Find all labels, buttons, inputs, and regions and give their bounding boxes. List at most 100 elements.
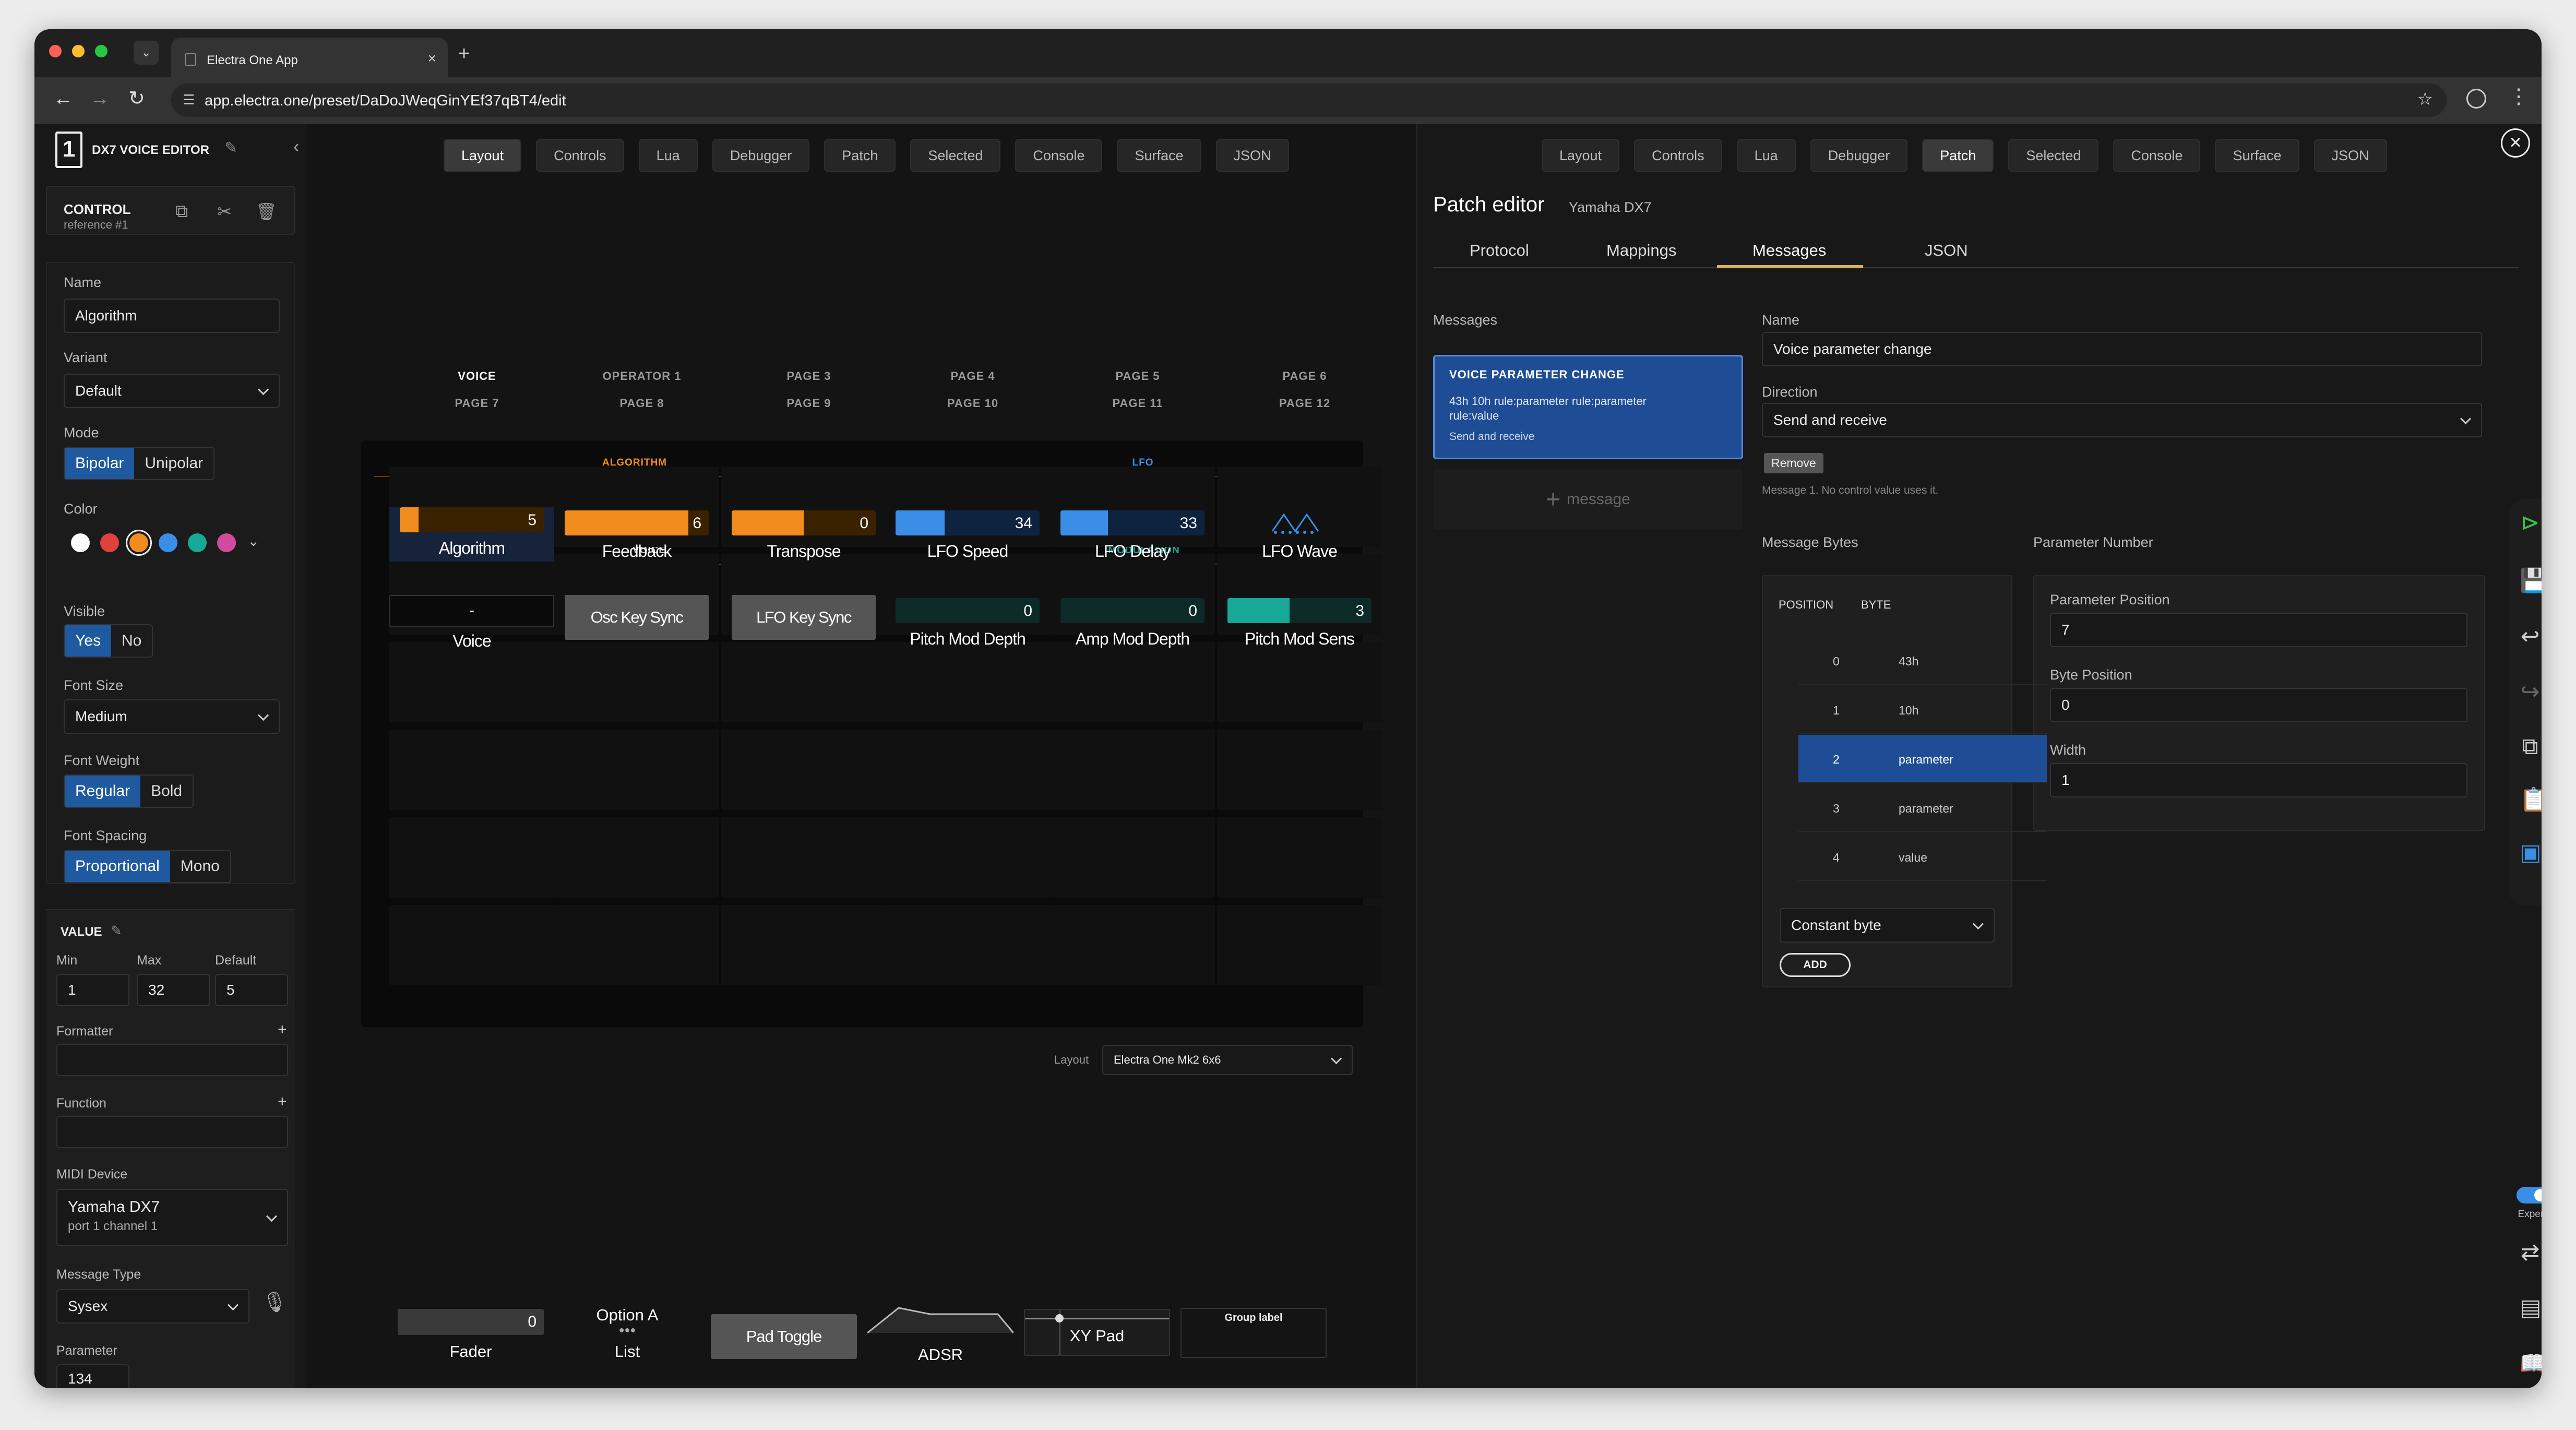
visible-no[interactable]: No [111,625,152,657]
midi-device-select[interactable]: Yamaha DX7 port 1 channel 1 [56,1189,288,1246]
layout-select[interactable]: Electra One Mk2 6x6 [1102,1045,1353,1075]
play-icon[interactable]: ⊳ [2520,509,2541,536]
page-tab-bottom[interactable]: PAGE 9 [757,397,861,410]
grid-cell[interactable] [389,905,554,985]
page-tab-bottom[interactable]: PAGE 11 [1086,397,1190,410]
patch-tab-controls[interactable]: Controls [1634,139,1722,172]
url-field[interactable]: ☰ app.electra.one/preset/DaDoJWeqGinYEf3… [171,84,2447,117]
control-pitch-mod-depth[interactable]: 0 Pitch Mod Depth [885,598,1050,661]
add-byte-button[interactable]: ADD [1780,953,1851,977]
byte-row[interactable]: 2 parameter [1798,735,2047,783]
control-lfo-delay[interactable]: 33 LFO Delay [1050,510,1215,573]
patch-tab-json[interactable]: JSON [2313,139,2387,172]
page-tab-top[interactable]: PAGE 6 [1253,370,1357,383]
midi-learn-mic-icon[interactable]: 🎙 [262,1291,287,1314]
control-amp-mod-depth[interactable]: 0 Amp Mod Depth [1050,598,1215,661]
color-swatch-blue[interactable] [159,533,177,552]
grid-cell[interactable] [554,817,719,898]
font-spacing-mono[interactable]: Mono [170,851,230,882]
edit-value-icon[interactable]: ✎ [111,923,122,939]
close-tab-icon[interactable]: × [428,50,436,67]
page-tab-top[interactable]: VOICE [425,370,529,383]
byte-row[interactable]: 4 value [1798,833,2047,881]
patch-tab-debugger[interactable]: Debugger [1810,139,1908,172]
message-type-select[interactable]: Sysex [56,1289,249,1324]
palette-fader[interactable]: 0 Fader [398,1309,544,1366]
palette-adsr[interactable]: ADSR [867,1303,1013,1371]
site-settings-icon[interactable]: ☰ [183,92,195,108]
page-tab-bottom[interactable]: PAGE 10 [921,397,1025,410]
byte-type-select[interactable]: Constant byte [1780,908,1995,943]
page-tab-top[interactable]: PAGE 3 [757,370,861,383]
grid-cell[interactable] [554,905,719,985]
tab-search-button[interactable]: ⌄ [134,41,159,65]
msg-name-input[interactable]: Voice parameter change [1762,332,2482,366]
message-card[interactable]: VOICE PARAMETER CHANGE 43h 10h rule:para… [1433,355,1743,459]
font-spacing-proportional[interactable]: Proportional [65,851,170,882]
reload-icon[interactable]: ↻ [128,87,145,110]
grid-cell[interactable] [721,905,886,985]
page-tab-top[interactable]: PAGE 4 [921,370,1025,383]
page-tab-bottom[interactable]: PAGE 12 [1253,397,1357,410]
control-pitch-mod-sens[interactable]: 3 Pitch Mod Sens [1217,598,1382,661]
color-swatch-orange[interactable] [129,533,148,552]
control-lfo-wave[interactable]: LFO Wave [1217,510,1382,573]
patch-tab-selected[interactable]: Selected [2008,139,2099,172]
color-swatch-red[interactable] [100,533,119,552]
color-swatch-teal[interactable] [188,533,207,552]
control-osc-key-sync[interactable]: Osc Key Sync [554,595,719,661]
max-input[interactable]: 32 [137,974,210,1006]
grid-cell[interactable] [885,730,1050,810]
formatter-input[interactable] [56,1044,288,1076]
control-transpose[interactable]: 0 Transpose [721,510,886,573]
font-weight-regular[interactable]: Regular [65,776,141,807]
control-name-input[interactable]: Algorithm [64,299,280,333]
function-input[interactable] [56,1116,288,1148]
minimize-window-button[interactable] [72,45,85,57]
docs-book-icon[interactable]: 📖 [2520,1350,2542,1377]
add-formatter-button[interactable]: + [278,1021,287,1039]
tab-surface[interactable]: Surface [1117,139,1201,172]
byte-row[interactable]: 0 43h [1798,637,2047,685]
palette-list[interactable]: Option A ●●● List [580,1306,674,1368]
patch-tab-lua[interactable]: Lua [1736,139,1796,172]
control-lfo-speed[interactable]: 34 LFO Speed [885,510,1050,573]
add-message-button[interactable]: + message [1433,469,1743,530]
byte-row[interactable]: 1 10h [1798,686,2047,734]
color-swatch-white[interactable] [71,533,90,552]
subtab-mappings[interactable]: Mappings [1606,241,1676,260]
palette-xy-pad[interactable]: XY Pad [1024,1309,1170,1356]
trash-icon[interactable]: 🗑 [256,201,277,221]
edit-title-icon[interactable]: ✎ [224,139,237,157]
patch-tab-layout[interactable]: Layout [1542,139,1620,172]
undo-icon[interactable]: ↩ [2520,623,2541,650]
patch-tab-patch[interactable]: Patch [1922,139,1994,172]
redo-icon[interactable]: ↪ [2520,678,2541,705]
swap-icon[interactable]: ⇄ [2520,1239,2541,1266]
duplicate-icon[interactable]: ⧉ [2520,734,2541,760]
grid-cell[interactable] [1217,730,1382,810]
variant-select[interactable]: Default [64,374,280,408]
palette-pad-toggle[interactable]: Pad Toggle [711,1314,857,1359]
grid-cell[interactable] [554,730,719,810]
tab-controls[interactable]: Controls [536,139,624,172]
tab-layout[interactable]: Layout [444,139,522,172]
mode-unipolar[interactable]: Unipolar [134,448,213,479]
grid-cell[interactable] [885,817,1050,898]
paste-icon[interactable]: 📋 [2520,786,2542,813]
tab-console[interactable]: Console [1015,139,1103,172]
page-tab-top[interactable]: PAGE 5 [1086,370,1190,383]
remove-button[interactable]: Remove [1764,453,1823,473]
new-tab-button[interactable]: + [458,43,470,65]
grid-cell[interactable] [389,817,554,898]
tab-lua[interactable]: Lua [638,139,698,172]
subtab-messages[interactable]: Messages [1752,241,1826,260]
cut-icon[interactable]: ✂ [217,201,232,222]
close-window-button[interactable] [49,45,62,57]
mode-bipolar[interactable]: Bipolar [65,448,135,479]
copy-icon[interactable]: ⧉ [175,201,188,222]
parameter-position-input[interactable]: 7 [2050,613,2467,647]
direction-select[interactable]: Send and receive [1762,403,2482,437]
close-panel-icon[interactable]: × [2501,128,2530,158]
page-tab-top[interactable]: OPERATOR 1 [590,370,694,383]
